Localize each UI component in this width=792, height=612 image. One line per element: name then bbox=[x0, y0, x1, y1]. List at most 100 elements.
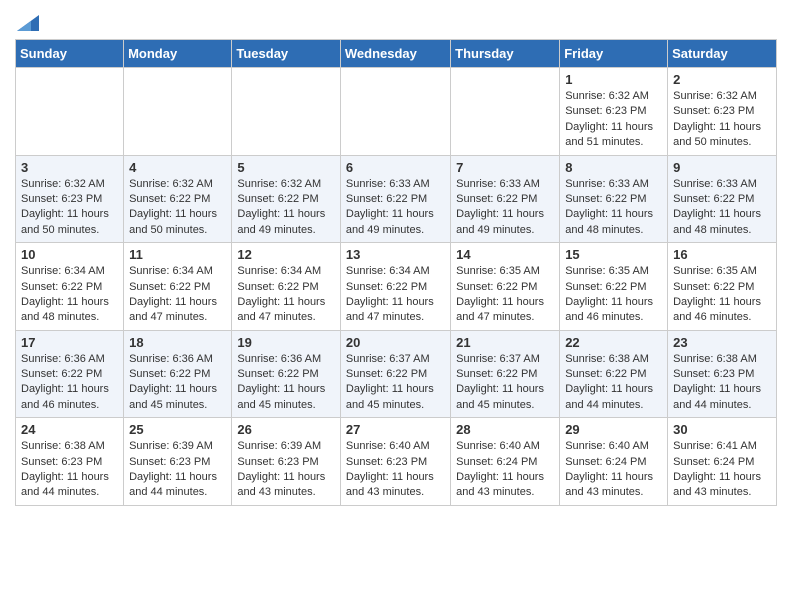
day-header-wednesday: Wednesday bbox=[340, 40, 450, 68]
day-number: 6 bbox=[346, 160, 445, 175]
day-number: 26 bbox=[237, 422, 335, 437]
day-info: Sunrise: 6:39 AM Sunset: 6:23 PM Dayligh… bbox=[129, 439, 226, 501]
day-header-sunday: Sunday bbox=[16, 40, 124, 68]
day-info: Sunrise: 6:32 AM Sunset: 6:22 PM Dayligh… bbox=[237, 177, 335, 239]
day-number: 20 bbox=[346, 335, 445, 350]
day-info: Sunrise: 6:37 AM Sunset: 6:22 PM Dayligh… bbox=[346, 352, 445, 414]
calendar-cell: 15 Sunrise: 6:35 AM Sunset: 6:22 PM Dayli… bbox=[560, 243, 668, 331]
day-info: Sunrise: 6:36 AM Sunset: 6:22 PM Dayligh… bbox=[21, 352, 118, 414]
day-number: 29 bbox=[565, 422, 662, 437]
calendar-cell: 27Sunrise: 6:40 AM Sunset: 6:23 PM Dayli… bbox=[340, 418, 450, 506]
day-number: 28 bbox=[456, 422, 554, 437]
day-number: 13 bbox=[346, 247, 445, 262]
day-number: 4 bbox=[129, 160, 226, 175]
day-number: 7 bbox=[456, 160, 554, 175]
calendar-cell: 24 Sunrise: 6:38 AM Sunset: 6:23 PM Dayli… bbox=[16, 418, 124, 506]
calendar-cell bbox=[232, 68, 341, 156]
day-info: Sunrise: 6:39 AM Sunset: 6:23 PM Dayligh… bbox=[237, 439, 335, 501]
day-number: 12 bbox=[237, 247, 335, 262]
day-info: Sunrise: 6:34 AM Sunset: 6:22 PM Dayligh… bbox=[129, 264, 226, 326]
day-info: Sunrise: 6:40 AM Sunset: 6:23 PM Dayligh… bbox=[346, 439, 445, 501]
day-info: Sunrise: 6:34 AM Sunset: 6:22 PM Dayligh… bbox=[237, 264, 335, 326]
day-number: 2 bbox=[673, 72, 771, 87]
day-number: 10 bbox=[21, 247, 118, 262]
calendar-cell bbox=[340, 68, 450, 156]
calendar-cell: 2 Sunrise: 6:32 AM Sunset: 6:23 PM Daylig… bbox=[668, 68, 777, 156]
calendar-cell: 19 Sunrise: 6:36 AM Sunset: 6:22 PM Dayli… bbox=[232, 330, 341, 418]
calendar-cell: 8 Sunrise: 6:33 AM Sunset: 6:22 PM Daylig… bbox=[560, 155, 668, 243]
day-number: 14 bbox=[456, 247, 554, 262]
calendar-cell: 22 Sunrise: 6:38 AM Sunset: 6:22 PM Dayli… bbox=[560, 330, 668, 418]
day-number: 30 bbox=[673, 422, 771, 437]
calendar-cell: 1Sunrise: 6:32 AM Sunset: 6:23 PM Daylig… bbox=[560, 68, 668, 156]
day-number: 21 bbox=[456, 335, 554, 350]
calendar-cell: 3 Sunrise: 6:32 AM Sunset: 6:23 PM Daylig… bbox=[16, 155, 124, 243]
calendar-cell: 14 Sunrise: 6:35 AM Sunset: 6:22 PM Dayli… bbox=[451, 243, 560, 331]
day-number: 11 bbox=[129, 247, 226, 262]
logo bbox=[15, 10, 39, 31]
day-info: Sunrise: 6:38 AM Sunset: 6:23 PM Dayligh… bbox=[21, 439, 118, 501]
day-info: Sunrise: 6:35 AM Sunset: 6:22 PM Dayligh… bbox=[673, 264, 771, 326]
day-info: Sunrise: 6:35 AM Sunset: 6:22 PM Dayligh… bbox=[456, 264, 554, 326]
day-info: Sunrise: 6:38 AM Sunset: 6:22 PM Dayligh… bbox=[565, 352, 662, 414]
day-header-thursday: Thursday bbox=[451, 40, 560, 68]
day-info: Sunrise: 6:33 AM Sunset: 6:22 PM Dayligh… bbox=[565, 177, 662, 239]
calendar-cell: 29 Sunrise: 6:40 AM Sunset: 6:24 PM Dayli… bbox=[560, 418, 668, 506]
calendar-cell: 25 Sunrise: 6:39 AM Sunset: 6:23 PM Dayli… bbox=[124, 418, 232, 506]
day-number: 17 bbox=[21, 335, 118, 350]
day-number: 9 bbox=[673, 160, 771, 175]
week-row-1: 1 Sunrise: 6:32 AM Sunset: 6:23 PM Daylig… bbox=[16, 68, 777, 156]
day-number: 8 bbox=[565, 160, 662, 175]
day-number: 19 bbox=[237, 335, 335, 350]
week-row-3: 10 Sunrise: 6:34 AM Sunset: 6:22 PM Dayli… bbox=[16, 243, 777, 331]
day-number: 23 bbox=[673, 335, 771, 350]
calendar-cell bbox=[16, 68, 124, 156]
day-number: 24 bbox=[21, 422, 118, 437]
day-info: Sunrise: 6:32 AM Sunset: 6:22 PM Dayligh… bbox=[129, 177, 226, 239]
day-info: Sunrise: 6:38 AM Sunset: 6:23 PM Dayligh… bbox=[673, 352, 771, 414]
calendar-cell bbox=[124, 68, 232, 156]
calendar-cell: 16 Sunrise: 6:35 AM Sunset: 6:22 PM Dayli… bbox=[668, 243, 777, 331]
day-number: 15 bbox=[565, 247, 662, 262]
logo-icon bbox=[17, 15, 39, 31]
day-header-tuesday: Tuesday bbox=[232, 40, 341, 68]
calendar-cell: 7 Sunrise: 6:33 AM Sunset: 6:22 PM Daylig… bbox=[451, 155, 560, 243]
day-info: Sunrise: 6:40 AM Sunset: 6:24 PM Dayligh… bbox=[456, 439, 554, 501]
day-number: 18 bbox=[129, 335, 226, 350]
day-info: Sunrise: 6:41 AM Sunset: 6:24 PM Dayligh… bbox=[673, 439, 771, 501]
day-info: Sunrise: 6:35 AM Sunset: 6:22 PM Dayligh… bbox=[565, 264, 662, 326]
calendar-cell: 17 Sunrise: 6:36 AM Sunset: 6:22 PM Dayli… bbox=[16, 330, 124, 418]
day-info: Sunrise: 6:32 AM Sunset: 6:23 PM Dayligh… bbox=[21, 177, 118, 239]
day-info: Sunrise: 6:32 AM Sunset: 6:23 PM Dayligh… bbox=[673, 89, 771, 151]
day-info: Sunrise: 6:37 AM Sunset: 6:22 PM Dayligh… bbox=[456, 352, 554, 414]
calendar-cell: 5 Sunrise: 6:32 AM Sunset: 6:22 PM Daylig… bbox=[232, 155, 341, 243]
week-row-5: 24 Sunrise: 6:38 AM Sunset: 6:23 PM Dayli… bbox=[16, 418, 777, 506]
day-number: 16 bbox=[673, 247, 771, 262]
week-row-4: 17 Sunrise: 6:36 AM Sunset: 6:22 PM Dayli… bbox=[16, 330, 777, 418]
day-number: 3 bbox=[21, 160, 118, 175]
calendar-cell: 20 Sunrise: 6:37 AM Sunset: 6:22 PM Dayli… bbox=[340, 330, 450, 418]
calendar-cell: 18 Sunrise: 6:36 AM Sunset: 6:22 PM Dayli… bbox=[124, 330, 232, 418]
day-info: Sunrise: 6:40 AM Sunset: 6:24 PM Dayligh… bbox=[565, 439, 662, 501]
calendar-cell: 12 Sunrise: 6:34 AM Sunset: 6:22 PM Dayli… bbox=[232, 243, 341, 331]
calendar-cell: 10 Sunrise: 6:34 AM Sunset: 6:22 PM Dayli… bbox=[16, 243, 124, 331]
calendar-cell: 6Sunrise: 6:33 AM Sunset: 6:22 PM Daylig… bbox=[340, 155, 450, 243]
day-info: Sunrise: 6:36 AM Sunset: 6:22 PM Dayligh… bbox=[237, 352, 335, 414]
calendar-cell: 11 Sunrise: 6:34 AM Sunset: 6:22 PM Dayli… bbox=[124, 243, 232, 331]
header bbox=[15, 10, 777, 31]
page: SundayMondayTuesdayWednesdayThursdayFrid… bbox=[0, 0, 792, 521]
day-info: Sunrise: 6:34 AM Sunset: 6:22 PM Dayligh… bbox=[21, 264, 118, 326]
calendar-cell: 4 Sunrise: 6:32 AM Sunset: 6:22 PM Daylig… bbox=[124, 155, 232, 243]
calendar-cell: 13 Sunrise: 6:34 AM Sunset: 6:22 PM Dayli… bbox=[340, 243, 450, 331]
day-info: Sunrise: 6:34 AM Sunset: 6:22 PM Dayligh… bbox=[346, 264, 445, 326]
calendar-cell: 21 Sunrise: 6:37 AM Sunset: 6:22 PM Dayli… bbox=[451, 330, 560, 418]
day-number: 25 bbox=[129, 422, 226, 437]
day-number: 5 bbox=[237, 160, 335, 175]
day-number: 1 bbox=[565, 72, 662, 87]
day-header-saturday: Saturday bbox=[668, 40, 777, 68]
day-header-monday: Monday bbox=[124, 40, 232, 68]
calendar-cell: 26 Sunrise: 6:39 AM Sunset: 6:23 PM Dayli… bbox=[232, 418, 341, 506]
day-info: Sunrise: 6:36 AM Sunset: 6:22 PM Dayligh… bbox=[129, 352, 226, 414]
day-info: Sunrise: 6:33 AM Sunset: 6:22 PM Dayligh… bbox=[456, 177, 554, 239]
day-number: 22 bbox=[565, 335, 662, 350]
